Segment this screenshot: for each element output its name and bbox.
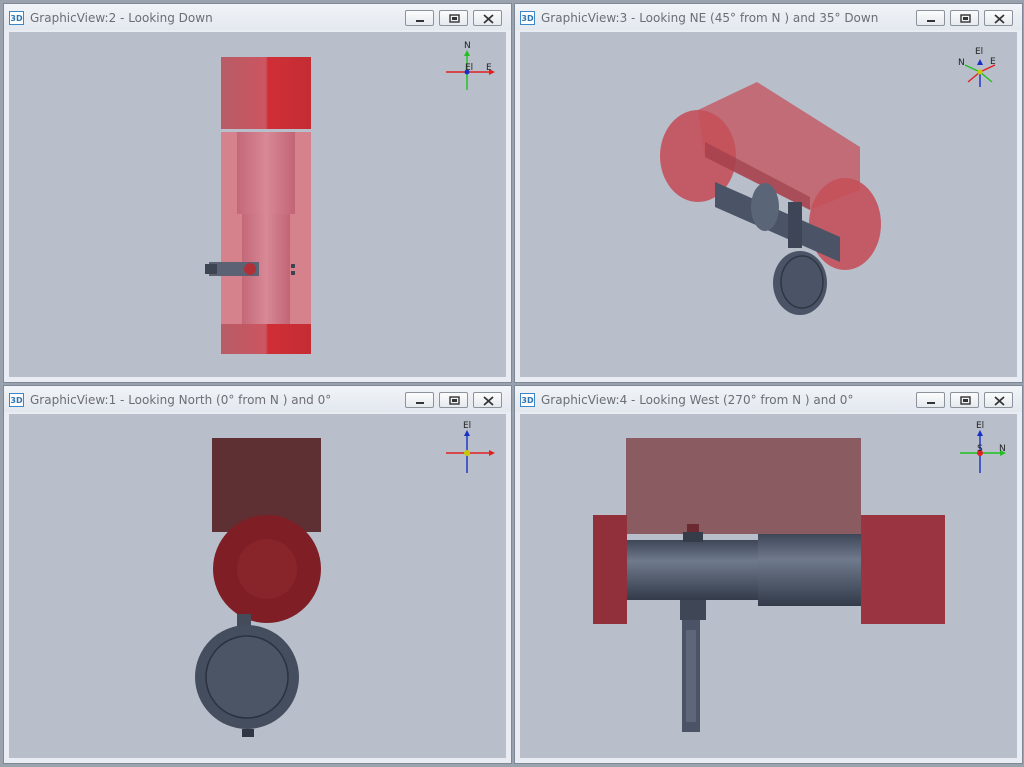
- viewport-looking-down[interactable]: N El E: [9, 32, 506, 377]
- maximize-icon: [449, 14, 460, 23]
- window-title: GraphicView:3 - Looking NE (45° from N )…: [541, 11, 879, 25]
- 3d-app-icon: 3D: [520, 11, 535, 25]
- window-title: GraphicView:2 - Looking Down: [30, 11, 213, 25]
- minimize-button[interactable]: [916, 392, 945, 408]
- cylinder-right: [861, 515, 945, 624]
- minimize-icon: [927, 402, 935, 404]
- title-bar[interactable]: 3D GraphicView:3 - Looking NE (45° from …: [515, 4, 1022, 30]
- cylinder-bottom: [221, 324, 311, 354]
- box-side: [626, 438, 861, 534]
- 3d-app-icon: 3D: [9, 393, 24, 407]
- minimize-icon: [416, 20, 424, 22]
- minimize-icon: [416, 402, 424, 404]
- pipe-small: [627, 540, 758, 600]
- close-icon: [994, 396, 1005, 406]
- viewport-looking-west[interactable]: El S N: [520, 414, 1017, 758]
- maximize-icon: [960, 396, 971, 405]
- orientation-triad: El N E: [958, 47, 996, 87]
- orientation-triad: El S N: [960, 421, 1006, 473]
- graphic-view-3-window[interactable]: 3D GraphicView:3 - Looking NE (45° from …: [514, 3, 1023, 383]
- axis-el-label: El: [976, 421, 984, 431]
- close-icon: [483, 396, 494, 406]
- valve-port: [244, 263, 256, 275]
- maximize-button[interactable]: [950, 10, 979, 26]
- graphic-view-1-window[interactable]: 3D GraphicView:1 - Looking North (0° fro…: [3, 385, 512, 764]
- viewport-looking-ne[interactable]: El N E: [520, 32, 1017, 377]
- axis-n-label: N: [958, 58, 965, 68]
- axis-e-label: E: [990, 57, 996, 67]
- large-pipe: [237, 132, 295, 214]
- viewport-looking-north[interactable]: El: [9, 414, 506, 758]
- title-bar[interactable]: 3D GraphicView:2 - Looking Down: [4, 4, 511, 30]
- valve-stem: [680, 600, 706, 620]
- axis-n-label: N: [999, 444, 1006, 454]
- cylinder-left: [593, 515, 627, 624]
- cylinder-top: [221, 57, 311, 129]
- axis-n-label: N: [464, 41, 471, 51]
- pipe-joint: [751, 183, 779, 231]
- orientation-triad: N El E: [446, 41, 495, 90]
- close-icon: [483, 14, 494, 24]
- axis-el-label: El: [463, 421, 471, 431]
- model-view-front: El: [195, 421, 495, 737]
- model-view-side: El S N: [593, 421, 1006, 732]
- axis-s-label: S: [977, 444, 983, 454]
- title-bar[interactable]: 3D GraphicView:1 - Looking North (0° fro…: [4, 386, 511, 412]
- minimize-icon: [927, 20, 935, 22]
- close-icon: [994, 14, 1005, 24]
- axis-e-label: E: [486, 63, 492, 73]
- axis-el-label: El: [975, 47, 983, 57]
- maximize-button[interactable]: [439, 392, 468, 408]
- orientation-triad: El: [446, 421, 495, 473]
- maximize-icon: [960, 14, 971, 23]
- close-button[interactable]: [984, 10, 1013, 26]
- minimize-button[interactable]: [916, 10, 945, 26]
- window-title: GraphicView:1 - Looking North (0° from N…: [30, 393, 332, 407]
- maximize-button[interactable]: [439, 10, 468, 26]
- maximize-icon: [449, 396, 460, 405]
- 3d-app-icon: 3D: [9, 11, 24, 25]
- pipe-large: [758, 534, 861, 606]
- valve-handle: [205, 264, 217, 274]
- title-bar[interactable]: 3D GraphicView:4 - Looking West (270° fr…: [515, 386, 1022, 412]
- model-view-isometric: El N E: [660, 47, 996, 315]
- close-button[interactable]: [984, 392, 1013, 408]
- axis-el-label: El: [465, 63, 473, 73]
- maximize-button[interactable]: [950, 392, 979, 408]
- valve-stem: [788, 202, 802, 248]
- close-button[interactable]: [473, 392, 502, 408]
- graphic-view-4-window[interactable]: 3D GraphicView:4 - Looking West (270° fr…: [514, 385, 1023, 764]
- window-title: GraphicView:4 - Looking West (270° from …: [541, 393, 854, 407]
- graphic-view-2-window[interactable]: 3D GraphicView:2 - Looking Down N El E: [3, 3, 512, 383]
- close-button[interactable]: [473, 10, 502, 26]
- model-view-plan: N El E: [205, 41, 495, 354]
- 3d-app-icon: 3D: [520, 393, 535, 407]
- minimize-button[interactable]: [405, 10, 434, 26]
- minimize-button[interactable]: [405, 392, 434, 408]
